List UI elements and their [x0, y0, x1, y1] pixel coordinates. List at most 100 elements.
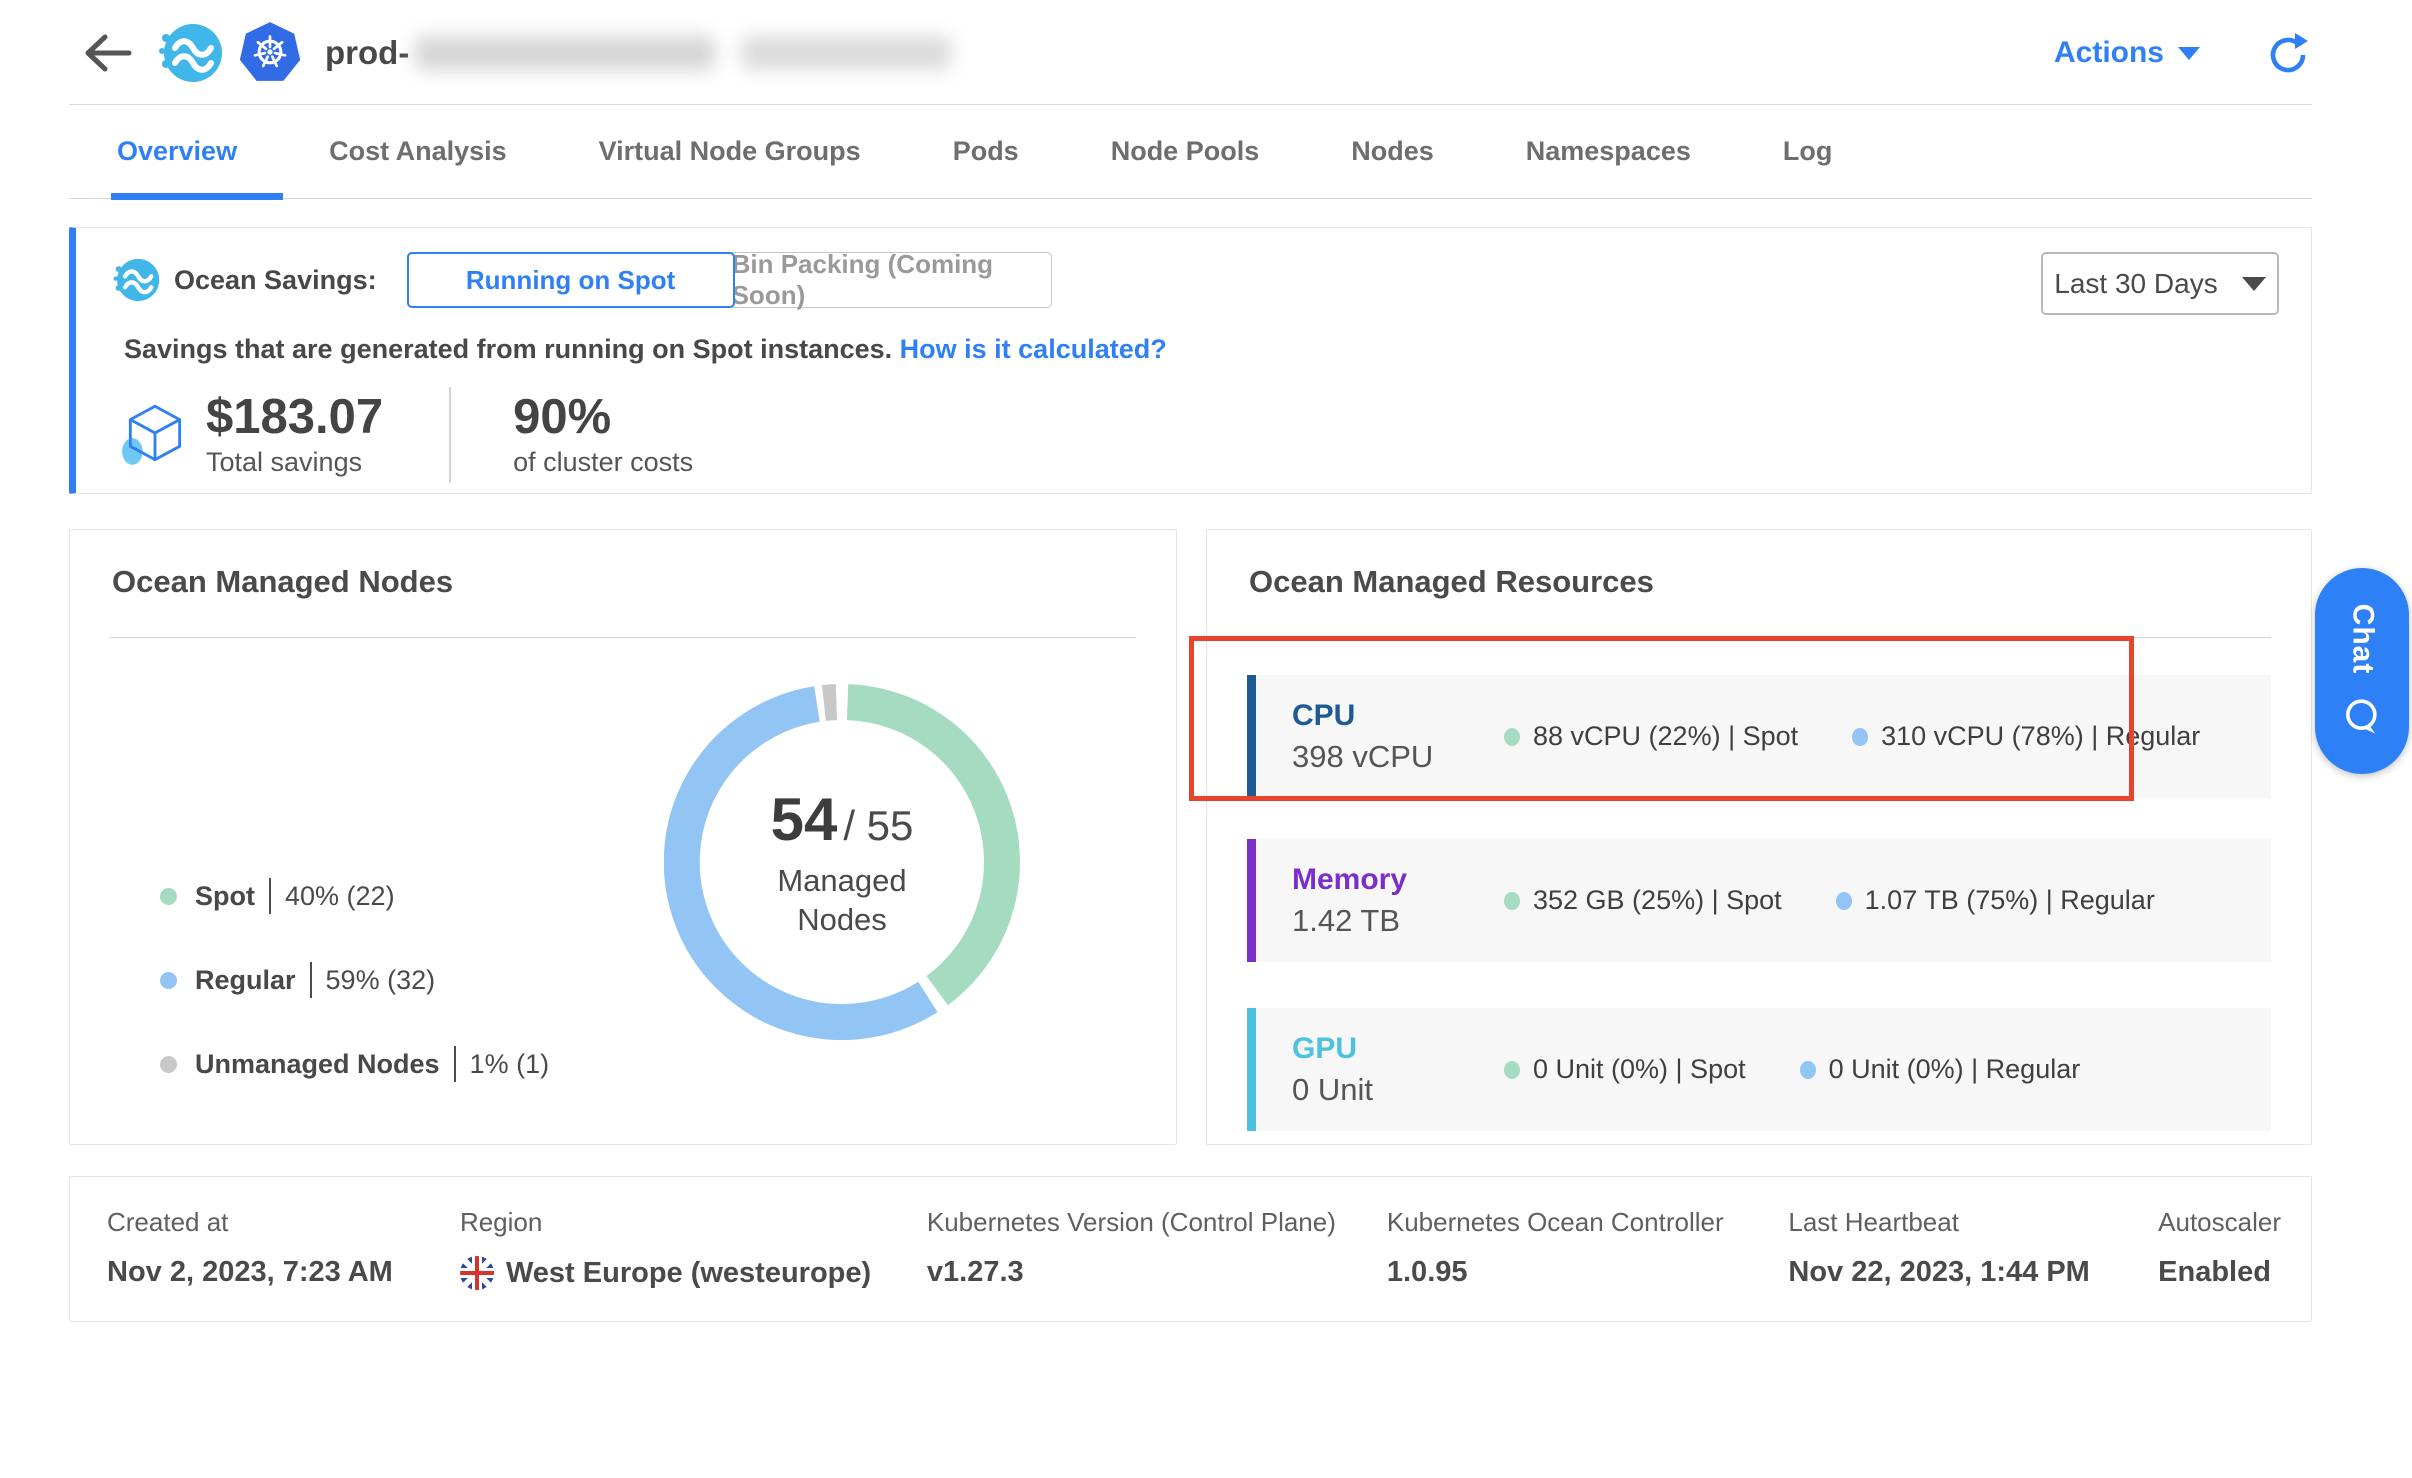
tab-nodes[interactable]: Nodes: [1351, 105, 1434, 199]
gpu-legend: 0 Unit (0%) | Spot 0 Unit (0%) | Regular: [1504, 1054, 2080, 1085]
chat-button-inner: Chat: [2340, 604, 2384, 739]
ocean-savings-card: Ocean Savings: Running on Spot Bin Packi…: [69, 227, 2312, 494]
footer-value: v1.27.3: [927, 1256, 1387, 1289]
memory-spot-value: 352 GB (25%) | Spot: [1533, 885, 1782, 916]
footer-created-at: Created at Nov 2, 2023, 7:23 AM: [107, 1207, 460, 1321]
footer-ocean-controller: Kubernetes Ocean Controller 1.0.95: [1387, 1207, 1789, 1321]
regular-dot-icon: [1836, 892, 1852, 910]
savings-description-text: Savings that are generated from running …: [124, 334, 892, 364]
legend-separator: [310, 962, 312, 998]
legend-value: 40% (22): [285, 881, 395, 912]
how-calculated-link[interactable]: How is it calculated?: [900, 334, 1167, 364]
total-savings-stat: $183.07 Total savings: [206, 392, 383, 478]
chevron-down-icon: [2178, 47, 2200, 60]
legend-name: Regular: [195, 965, 296, 996]
tab-pods[interactable]: Pods: [953, 105, 1019, 199]
chat-bubble-icon: [2340, 694, 2384, 738]
footer-label: Last Heartbeat: [1788, 1207, 2158, 1238]
regular-dot-icon: [160, 972, 177, 989]
gpu-total: 0 Unit: [1292, 1072, 1504, 1108]
spot-dot-icon: [1504, 892, 1520, 910]
tab-namespaces[interactable]: Namespaces: [1526, 105, 1691, 199]
cluster-name-redacted-2: [741, 36, 951, 70]
savings-header-row: Ocean Savings: Running on Spot Bin Packi…: [112, 252, 2281, 308]
gpu-spot-value: 0 Unit (0%) | Spot: [1533, 1054, 1746, 1085]
kubernetes-logo-icon: [237, 20, 303, 86]
nodes-legend: Spot 40% (22) Regular 59% (32) Unmanaged…: [160, 878, 549, 1130]
resource-row-memory: Memory 1.42 TB 352 GB (25%) | Spot 1.07 …: [1247, 839, 2271, 962]
actions-dropdown-button[interactable]: Actions: [2054, 36, 2200, 70]
tab-overview[interactable]: Overview: [117, 105, 237, 199]
cluster-name-redacted: [415, 36, 715, 70]
actions-label: Actions: [2054, 36, 2164, 70]
legend-name: Unmanaged Nodes: [195, 1049, 440, 1080]
unmanaged-dot-icon: [160, 1056, 177, 1073]
ocean-wave-logo-icon: [157, 20, 223, 86]
tab-node-pools[interactable]: Node Pools: [1111, 105, 1260, 199]
savings-description: Savings that are generated from running …: [124, 334, 2281, 365]
footer-value: 1.0.95: [1387, 1256, 1789, 1289]
donut-label-line2: Nodes: [777, 901, 906, 940]
memory-spot-item: 352 GB (25%) | Spot: [1504, 885, 1782, 916]
running-on-spot-toggle[interactable]: Running on Spot: [407, 252, 735, 308]
footer-value: Nov 22, 2023, 1:44 PM: [1788, 1256, 2158, 1289]
ocean-wave-icon: [112, 256, 160, 304]
legend-name: Spot: [195, 881, 255, 912]
total-savings-label: Total savings: [206, 447, 383, 478]
managed-count: 54: [771, 785, 838, 854]
footer-value: Nov 2, 2023, 7:23 AM: [107, 1256, 460, 1289]
footer-value: West Europe (westeurope): [460, 1256, 927, 1290]
back-arrow-icon[interactable]: [79, 29, 135, 77]
tab-virtual-node-groups[interactable]: Virtual Node Groups: [599, 105, 861, 199]
total-count: / 55: [843, 802, 913, 850]
gpu-label: GPU: [1292, 1032, 1504, 1066]
footer-autoscaler: Autoscaler Enabled: [2158, 1207, 2281, 1321]
footer-label: Kubernetes Version (Control Plane): [927, 1207, 1387, 1238]
cluster-cost-stat: 90% of cluster costs: [513, 392, 693, 478]
memory-regular-value: 1.07 TB (75%) | Regular: [1865, 885, 2155, 916]
spot-dot-icon: [1504, 1061, 1520, 1079]
footer-last-heartbeat: Last Heartbeat Nov 22, 2023, 1:44 PM: [1788, 1207, 2158, 1321]
tab-log[interactable]: Log: [1783, 105, 1832, 199]
footer-label: Kubernetes Ocean Controller: [1387, 1207, 1789, 1238]
legend-separator: [454, 1046, 456, 1082]
gpu-regular-item: 0 Unit (0%) | Regular: [1800, 1054, 2081, 1085]
ocean-managed-nodes-card: Ocean Managed Nodes Spot 40% (22) Regula…: [69, 529, 1177, 1145]
tab-bar: Overview Cost Analysis Virtual Node Grou…: [69, 105, 2312, 199]
total-savings-value: $183.07: [206, 392, 383, 443]
chat-button[interactable]: Chat: [2315, 568, 2409, 774]
cpu-name-block: CPU 398 vCPU: [1292, 699, 1504, 775]
memory-regular-item: 1.07 TB (75%) | Regular: [1836, 885, 2155, 916]
ocean-savings-label: Ocean Savings:: [174, 265, 377, 296]
managed-resources-title: Ocean Managed Resources: [1247, 564, 2271, 600]
tab-cost-analysis[interactable]: Cost Analysis: [329, 105, 507, 199]
cpu-spot-value: 88 vCPU (22%) | Spot: [1533, 721, 1798, 752]
chat-label: Chat: [2345, 604, 2379, 675]
donut-label-line1: Managed: [777, 862, 906, 901]
legend-item-unmanaged: Unmanaged Nodes 1% (1): [160, 1046, 549, 1082]
legend-value: 59% (32): [326, 965, 436, 996]
resource-row-cpu: CPU 398 vCPU 88 vCPU (22%) | Spot 310 vC…: [1247, 675, 2271, 798]
page-title: prod-: [325, 34, 951, 72]
main-container: prod- Actions Overview Cost Analysis Vir…: [69, 0, 2312, 1322]
period-dropdown[interactable]: Last 30 Days: [2041, 252, 2279, 315]
cpu-legend: 88 vCPU (22%) | Spot 310 vCPU (78%) | Re…: [1504, 721, 2200, 752]
cluster-name-prefix: prod-: [325, 34, 409, 72]
managed-nodes-body: Spot 40% (22) Regular 59% (32) Unmanaged…: [110, 638, 1136, 1130]
memory-name-block: Memory 1.42 TB: [1292, 863, 1504, 939]
ocean-managed-resources-card: Ocean Managed Resources CPU 398 vCPU 88 …: [1206, 529, 2312, 1145]
spot-dot-icon: [1504, 728, 1520, 746]
savings-stats-row: $183.07 Total savings 90% of cluster cos…: [118, 387, 2281, 483]
refresh-icon[interactable]: [2264, 29, 2312, 77]
savings-toggle-group: Running on Spot Bin Packing (Coming Soon…: [407, 252, 1052, 308]
managed-nodes-title: Ocean Managed Nodes: [110, 564, 1136, 600]
uk-flag-icon: [460, 1256, 494, 1290]
cards-row: Ocean Managed Nodes Spot 40% (22) Regula…: [69, 529, 2312, 1145]
gpu-name-block: GPU 0 Unit: [1292, 1032, 1504, 1108]
bin-packing-toggle[interactable]: Bin Packing (Coming Soon): [732, 252, 1052, 308]
gpu-spot-item: 0 Unit (0%) | Spot: [1504, 1054, 1746, 1085]
resource-row-gpu: GPU 0 Unit 0 Unit (0%) | Spot 0 Unit (0%…: [1247, 1008, 2271, 1131]
regular-dot-icon: [1800, 1061, 1816, 1079]
top-header: prod- Actions: [69, 0, 2312, 105]
footer-k8s-version: Kubernetes Version (Control Plane) v1.27…: [927, 1207, 1387, 1321]
